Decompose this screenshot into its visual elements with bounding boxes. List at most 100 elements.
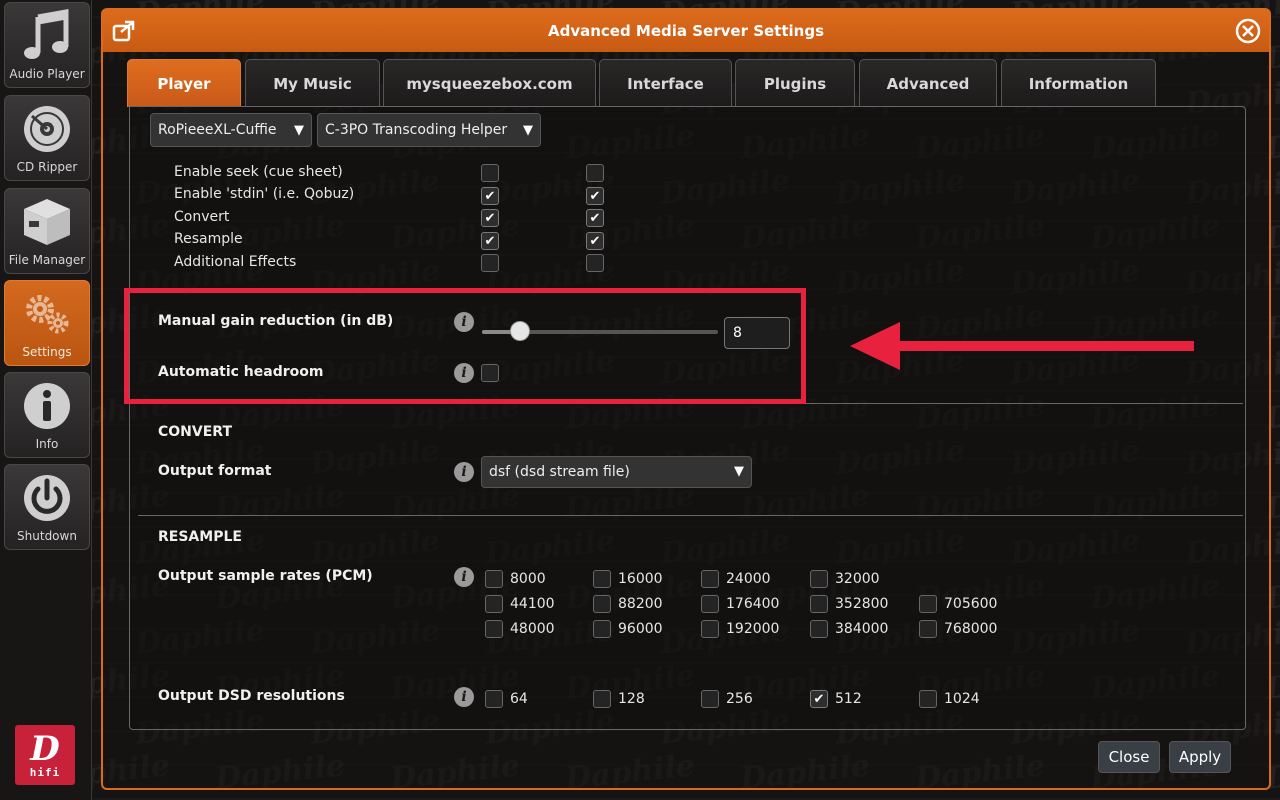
pcm-rate-checkbox[interactable] xyxy=(810,570,828,588)
power-icon xyxy=(24,475,70,521)
pcm-rate-label: 44100 xyxy=(510,596,555,612)
tab-information[interactable]: Information xyxy=(1001,59,1156,107)
info-icon xyxy=(24,383,70,429)
pcm-rate-label: 705600 xyxy=(944,596,998,612)
option-label: Enable 'stdin' (i.e. Qobuz) xyxy=(174,186,355,202)
dropdown-arrow-icon: ▼ xyxy=(294,123,304,138)
sidebar-item-audio-player[interactable]: Audio Player xyxy=(4,2,90,88)
pcm-rate-label: 48000 xyxy=(510,621,555,637)
info-icon[interactable]: i xyxy=(454,462,474,482)
section-resample-heading: RESAMPLE xyxy=(158,529,242,545)
dsd-resolution-label: 512 xyxy=(835,691,862,707)
sidebar-item-settings[interactable]: Settings xyxy=(4,280,90,366)
info-icon[interactable]: i xyxy=(454,567,474,587)
sidebar-item-label: File Manager xyxy=(8,253,86,267)
section-convert-heading: CONVERT xyxy=(158,424,232,440)
checkbox-resample-col1[interactable]: ✔ xyxy=(481,232,499,250)
dsd-resolutions-label: Output DSD resolutions xyxy=(158,688,345,704)
dsd-resolution-checkbox[interactable] xyxy=(919,690,937,708)
sidebar-item-file-manager[interactable]: File Manager xyxy=(4,188,90,274)
dropdown-arrow-icon: ▼ xyxy=(523,123,533,138)
sidebar-item-label: Audio Player xyxy=(9,67,85,81)
sidebar-item-label: Shutdown xyxy=(17,529,77,543)
checkbox-seek-col1[interactable] xyxy=(481,164,499,182)
pcm-rate-label: 176400 xyxy=(726,596,780,612)
checkbox-stdin-col2[interactable]: ✔ xyxy=(586,187,604,205)
apply-button[interactable]: Apply xyxy=(1169,741,1231,773)
pcm-rate-label: 192000 xyxy=(726,621,780,637)
tab-plugins[interactable]: Plugins xyxy=(735,59,855,107)
music-note-icon xyxy=(24,9,69,59)
tab-interface[interactable]: Interface xyxy=(599,59,732,107)
tab-mysqueezebox[interactable]: mysqueezebox.com xyxy=(383,59,596,107)
close-button[interactable]: Close xyxy=(1098,741,1160,773)
pcm-rate-checkbox[interactable] xyxy=(593,570,611,588)
pcm-rate-checkbox[interactable] xyxy=(485,595,503,613)
player-select[interactable]: RoPieeeXL-Cuffie ▼ xyxy=(150,113,312,147)
divider xyxy=(138,515,1243,516)
sidebar-item-label: CD Ripper xyxy=(16,160,78,174)
dropdown-arrow-icon: ▼ xyxy=(734,464,744,479)
pcm-rate-checkbox[interactable] xyxy=(810,595,828,613)
sidebar-item-info[interactable]: Info xyxy=(4,372,90,458)
pcm-rate-checkbox[interactable] xyxy=(485,620,503,638)
pcm-rate-label: 768000 xyxy=(944,621,998,637)
pcm-rate-checkbox[interactable] xyxy=(701,620,719,638)
dsd-resolution-checkbox[interactable] xyxy=(593,690,611,708)
checkbox-seek-col2[interactable] xyxy=(586,164,604,182)
output-format-select[interactable]: dsf (dsd stream file) ▼ xyxy=(481,456,752,488)
pcm-rate-label: 24000 xyxy=(726,571,771,587)
red-arrow-annotation xyxy=(850,322,1194,370)
checkbox-stdin-col1[interactable]: ✔ xyxy=(481,187,499,205)
option-label: Resample xyxy=(174,231,243,247)
checkbox-convert-col2[interactable]: ✔ xyxy=(586,209,604,227)
popout-icon[interactable] xyxy=(111,18,137,44)
sidebar-item-shutdown[interactable]: Shutdown xyxy=(4,464,90,550)
plugin-select-value: C-3PO Transcoding Helper xyxy=(325,122,508,138)
pcm-rates-label: Output sample rates (PCM) xyxy=(158,568,373,584)
pcm-rate-checkbox[interactable] xyxy=(919,620,937,638)
gears-icon xyxy=(26,295,69,334)
pcm-rate-checkbox[interactable] xyxy=(701,570,719,588)
checkbox-resample-col2[interactable]: ✔ xyxy=(586,232,604,250)
logo-subtext: hifi xyxy=(29,765,61,779)
pcm-rate-label: 88200 xyxy=(618,596,663,612)
pcm-rate-label: 8000 xyxy=(510,571,546,587)
sidebar-item-cd-ripper[interactable]: CD Ripper xyxy=(4,95,90,181)
dsd-resolution-label: 256 xyxy=(726,691,753,707)
pcm-rate-label: 352800 xyxy=(835,596,889,612)
sidebar-item-label: Settings xyxy=(22,345,72,359)
dsd-resolution-checkbox[interactable] xyxy=(701,690,719,708)
pcm-rate-label: 32000 xyxy=(835,571,880,587)
dsd-resolution-checkbox[interactable] xyxy=(485,690,503,708)
dsd-resolution-label: 1024 xyxy=(944,691,980,707)
pcm-rate-checkbox[interactable] xyxy=(919,595,937,613)
dsd-resolution-checkbox[interactable]: ✔ xyxy=(810,690,828,708)
pcm-rate-label: 96000 xyxy=(618,621,663,637)
dialog-title: Advanced Media Server Settings xyxy=(547,22,825,40)
dsd-resolution-label: 64 xyxy=(510,691,528,707)
sidebar: Audio Player CD Ripper File Manager Sett… xyxy=(0,0,92,800)
dialog-titlebar: Advanced Media Server Settings xyxy=(103,10,1269,52)
pcm-rate-checkbox[interactable] xyxy=(810,620,828,638)
dsd-resolution-label: 128 xyxy=(618,691,645,707)
highlight-annotation-box xyxy=(124,288,806,404)
output-format-label: Output format xyxy=(158,463,272,479)
pcm-rate-checkbox[interactable] xyxy=(485,570,503,588)
tab-advanced[interactable]: Advanced xyxy=(859,59,997,107)
daphile-logo: D hifi xyxy=(15,725,75,785)
close-icon[interactable] xyxy=(1235,18,1261,44)
checkbox-convert-col1[interactable]: ✔ xyxy=(481,209,499,227)
pcm-rate-checkbox[interactable] xyxy=(701,595,719,613)
info-icon[interactable]: i xyxy=(454,687,474,707)
tab-player[interactable]: Player xyxy=(127,59,241,107)
pcm-rate-checkbox[interactable] xyxy=(593,620,611,638)
checkbox-effects-col1[interactable] xyxy=(481,254,499,272)
tab-my-music[interactable]: My Music xyxy=(245,59,380,107)
logo-letter: D xyxy=(30,728,60,769)
pcm-rate-checkbox[interactable] xyxy=(593,595,611,613)
checkbox-effects-col2[interactable] xyxy=(586,254,604,272)
option-label: Enable seek (cue sheet) xyxy=(174,164,343,180)
plugin-select[interactable]: C-3PO Transcoding Helper ▼ xyxy=(317,113,541,147)
sidebar-item-label: Info xyxy=(35,437,59,451)
